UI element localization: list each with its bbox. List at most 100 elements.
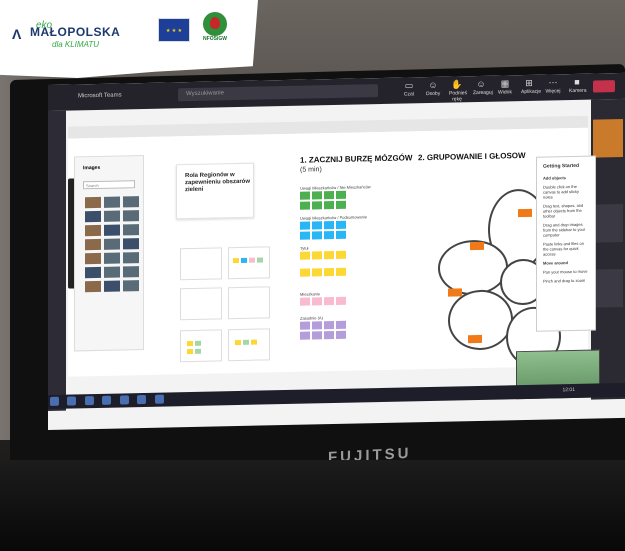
search-input[interactable]: Wyszukiwanie: [178, 84, 378, 102]
notes-label: Uwagi Mieszkańców / Nie Mieszkańców: [300, 184, 371, 191]
control-label: Więcej: [545, 88, 561, 95]
sticky-note[interactable]: [312, 268, 322, 277]
sticky-note[interactable]: [312, 221, 322, 230]
teams-icon[interactable]: [119, 395, 129, 405]
sticky-note[interactable]: [300, 201, 310, 210]
sticky-note[interactable]: [312, 297, 322, 306]
word-icon[interactable]: [137, 394, 147, 405]
sticky-note[interactable]: [324, 321, 334, 330]
panel-title: Images: [83, 164, 101, 172]
template-card[interactable]: [180, 287, 222, 321]
clock: 12:01: [562, 386, 575, 394]
image-thumbnail[interactable]: [123, 238, 139, 250]
image-thumbnail[interactable]: [85, 238, 101, 251]
image-thumbnail[interactable]: [104, 252, 120, 264]
sticky-note[interactable]: [312, 191, 322, 200]
sticky-note[interactable]: [336, 250, 346, 259]
nfosigw-emblem: [203, 12, 227, 36]
react-button[interactable]: ☺ Zareaguj: [473, 79, 493, 99]
image-thumbnail[interactable]: [123, 252, 139, 264]
sticky-note[interactable]: [300, 221, 310, 230]
template-card[interactable]: [180, 247, 222, 281]
notes-label: Mieszkanie: [300, 291, 321, 297]
sticky-note[interactable]: [300, 297, 310, 306]
sticky-note[interactable]: [518, 208, 532, 218]
sticky-note[interactable]: [336, 320, 346, 329]
section-heading: Move around: [543, 260, 568, 266]
sticky-note[interactable]: [300, 321, 310, 330]
image-thumbnail[interactable]: [85, 252, 101, 265]
view-button[interactable]: ▦ Widok: [497, 78, 513, 98]
image-thumbnail[interactable]: [85, 224, 101, 237]
tip-item: Pinch and drag to zoom: [543, 277, 586, 284]
image-thumbnail[interactable]: [104, 266, 120, 278]
sticky-note[interactable]: [300, 331, 310, 340]
template-card[interactable]: [228, 328, 270, 362]
sticky-note[interactable]: [336, 296, 346, 305]
sticky-note[interactable]: [336, 230, 346, 239]
more-button[interactable]: ⋯ Więcej: [545, 77, 561, 97]
sticky-note[interactable]: [324, 191, 334, 200]
image-thumbnail[interactable]: [123, 266, 139, 278]
sticky-note[interactable]: [324, 201, 334, 210]
raise-hand-button[interactable]: ✋ Podnieś rękę: [449, 79, 467, 102]
chat-button[interactable]: ▭ Czat: [401, 80, 417, 100]
window-title: Microsoft Teams: [78, 92, 122, 100]
sticky-note[interactable]: [312, 331, 322, 340]
image-thumbnail[interactable]: [104, 210, 120, 222]
image-thumbnail[interactable]: [85, 266, 101, 279]
image-thumbnail[interactable]: [123, 210, 139, 222]
sticky-note[interactable]: [336, 330, 346, 339]
image-thumbnail[interactable]: [104, 224, 120, 236]
sticky-note[interactable]: [312, 251, 322, 260]
image-thumbnail[interactable]: [85, 210, 101, 223]
sticky-note[interactable]: [312, 201, 322, 210]
sticky-note[interactable]: [324, 268, 334, 277]
panel-search-input[interactable]: Search: [83, 180, 135, 190]
sticky-note[interactable]: [336, 200, 346, 209]
sticky-note[interactable]: [324, 221, 334, 230]
sticky-note[interactable]: [336, 267, 346, 276]
sticky-note[interactable]: [468, 334, 482, 344]
start-icon[interactable]: [50, 396, 59, 406]
image-thumbnail[interactable]: [85, 280, 101, 293]
panel-title: Getting Started: [543, 162, 580, 170]
people-button[interactable]: ☺ Osoby: [425, 80, 441, 100]
image-thumbnail[interactable]: [123, 196, 139, 208]
image-thumbnail[interactable]: [104, 196, 120, 208]
leave-button[interactable]: [593, 80, 615, 93]
sticky-note[interactable]: [312, 321, 322, 330]
search-icon[interactable]: [67, 396, 77, 406]
sticky-note[interactable]: [324, 297, 334, 306]
image-thumbnail[interactable]: [85, 196, 101, 209]
template-card[interactable]: [180, 329, 222, 363]
image-thumbnail[interactable]: [123, 224, 139, 236]
sticky-note[interactable]: [312, 231, 322, 240]
sticky-note[interactable]: [324, 231, 334, 240]
pdf-icon[interactable]: [154, 394, 164, 404]
sticky-note[interactable]: [336, 220, 346, 229]
explorer-icon[interactable]: [84, 396, 94, 406]
control-label: Czat: [403, 91, 415, 98]
sticky-note[interactable]: [300, 191, 310, 200]
title-card[interactable]: Rola Regionów w zapewnieniu obszarów zie…: [176, 162, 254, 220]
camera-button[interactable]: ■ Kamera: [569, 77, 587, 97]
sticky-note[interactable]: [448, 288, 462, 297]
image-thumbnail[interactable]: [123, 280, 139, 292]
apps-button[interactable]: ⊞ Aplikacje: [521, 78, 541, 98]
sticky-note[interactable]: [300, 251, 310, 260]
malopolska-text: MAŁOPOLSKA: [30, 25, 121, 39]
image-thumbnail[interactable]: [104, 238, 120, 250]
template-card[interactable]: [228, 286, 270, 320]
sticky-note[interactable]: [300, 231, 310, 240]
sticky-note[interactable]: [300, 268, 310, 277]
sticky-note[interactable]: [470, 241, 484, 251]
sticky-note[interactable]: [336, 190, 346, 199]
sticky-note[interactable]: [324, 251, 334, 260]
browser-icon[interactable]: [102, 395, 112, 405]
participant-tile[interactable]: [593, 118, 623, 158]
whiteboard-canvas[interactable]: Images Search Rola Regionów w zapewnieni…: [68, 127, 600, 400]
image-thumbnail[interactable]: [104, 280, 120, 292]
sticky-note[interactable]: [324, 331, 334, 340]
template-card[interactable]: [228, 246, 270, 280]
